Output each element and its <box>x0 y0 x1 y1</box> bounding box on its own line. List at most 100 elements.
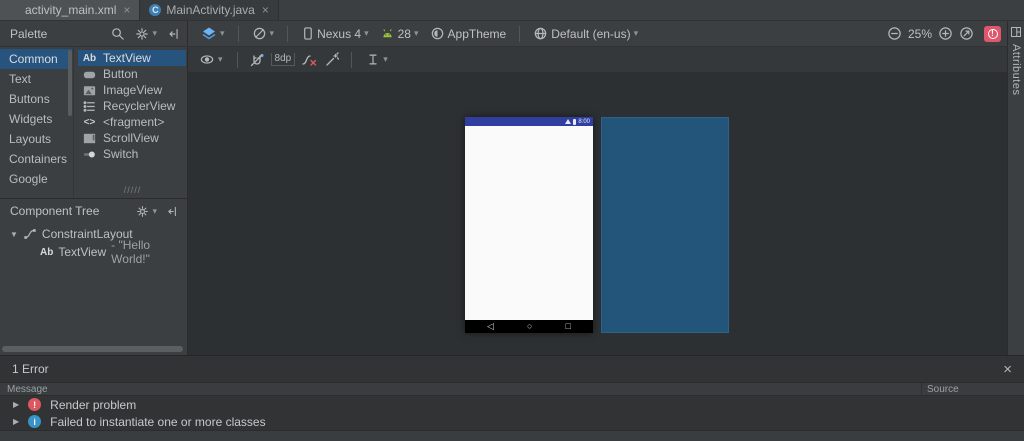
tab-label: activity_main.xml <box>25 3 117 17</box>
expand-right-icon[interactable]: ▶ <box>13 400 19 409</box>
android-icon <box>382 29 392 38</box>
chevron-down-icon: ▾ <box>633 28 639 38</box>
java-class-icon: C <box>149 4 162 16</box>
error-table-header: Message Source <box>0 382 1024 396</box>
chevron-down-icon: ▾ <box>218 54 223 64</box>
blueprint-view[interactable] <box>601 117 729 333</box>
error-panel-footer <box>0 430 1024 441</box>
nav-back-icon: ◁ <box>487 321 494 331</box>
constraintlayout-icon <box>24 229 36 239</box>
palette-component-list: Ab TextView Button ImageView RecyclerVie… <box>78 50 186 162</box>
tab-activity-main-xml[interactable]: activity_main.xml × <box>0 0 141 20</box>
tab-mainactivity-java[interactable]: C MainActivity.java × <box>140 0 279 20</box>
search-icon[interactable] <box>110 26 125 41</box>
component-tree-header: Component Tree ▾ <box>0 198 187 223</box>
default-margin-selector[interactable]: 8dp <box>270 53 296 66</box>
error-row-failed-instantiate[interactable]: ▶ i Failed to instantiate one or more cl… <box>0 413 1024 430</box>
zoom-in-button[interactable] <box>938 26 953 41</box>
column-divider[interactable] <box>921 383 922 395</box>
locale-selector[interactable]: Default (en-us) ▾ <box>530 24 641 43</box>
design-surface-mode-button[interactable]: ▾ <box>198 24 228 44</box>
component-tree-title: Component Tree <box>10 204 100 218</box>
zoom-to-fit-button[interactable] <box>959 26 974 41</box>
column-source[interactable]: Source <box>927 384 959 395</box>
chevron-down-icon: ▾ <box>364 28 369 38</box>
main-toolbar: Palette ▾ ▾ ▾ Nexus 4 ▾ 28 ▾ AppTheme De… <box>0 21 1007 47</box>
info-icon: i <box>28 415 42 428</box>
design-view[interactable]: 8:00 ◁ ○ □ <box>465 117 593 333</box>
design-canvas[interactable]: 8:00 ◁ ○ □ <box>188 73 1007 355</box>
error-icon: ! <box>28 398 42 411</box>
category-text[interactable]: Text <box>0 69 72 89</box>
component-label: ScrollView <box>103 131 159 145</box>
category-common[interactable]: Common <box>0 49 72 69</box>
expand-down-icon[interactable]: ▼ <box>10 230 18 239</box>
tab-close-icon[interactable]: × <box>262 4 269 16</box>
magic-wand-icon <box>326 51 340 66</box>
component-label: Button <box>103 67 138 81</box>
component-textview[interactable]: Ab TextView <box>78 50 186 66</box>
device-name: Nexus 4 <box>317 26 362 41</box>
render-errors-button[interactable]: ! <box>984 25 1001 42</box>
component-recyclerview[interactable]: RecyclerView <box>78 98 186 114</box>
horizontal-scrollbar[interactable] <box>2 346 183 352</box>
category-layouts[interactable]: Layouts <box>0 129 72 149</box>
clear-constraints-button[interactable] <box>301 52 318 68</box>
android-xml-file-icon <box>9 5 20 16</box>
tree-node-textview[interactable]: Ab TextView - "Hello World!" <box>0 238 187 266</box>
category-google[interactable]: Google <box>0 169 72 189</box>
globe-icon <box>534 27 547 40</box>
view-options-button[interactable]: ▾ <box>196 50 226 69</box>
category-containers[interactable]: Containers <box>0 149 72 169</box>
component-imageview[interactable]: ImageView <box>78 82 186 98</box>
layers-icon <box>202 27 216 39</box>
tab-close-icon[interactable]: × <box>123 4 130 16</box>
collapse-all-icon[interactable] <box>166 205 179 218</box>
hide-panel-icon[interactable] <box>167 27 181 41</box>
nav-recents-icon: □ <box>565 321 571 331</box>
phone-icon <box>304 27 312 40</box>
zoom-out-button[interactable] <box>887 26 902 41</box>
android-studio-layout-editor: activity_main.xml × C MainActivity.java … <box>0 0 1024 441</box>
device-selector[interactable]: Nexus 4 ▾ <box>298 24 372 43</box>
palette-title: Palette <box>10 26 48 41</box>
component-switch[interactable]: Switch <box>78 146 186 162</box>
device-screen[interactable] <box>465 126 593 320</box>
error-icon: ! <box>987 28 998 39</box>
error-panel: 1 Error × Message Source ▶ ! Render prob… <box>0 355 1024 441</box>
component-scrollview[interactable]: ScrollView <box>78 130 186 146</box>
magnet-off-icon <box>250 53 264 66</box>
api-level: 28 <box>397 26 411 41</box>
left-panel: Common Text Buttons Widgets Layouts Cont… <box>0 47 188 355</box>
autoconnect-toggle[interactable] <box>249 52 265 68</box>
infer-constraints-button[interactable] <box>324 51 340 68</box>
zoom-level: 25% <box>907 26 932 41</box>
api-level-selector[interactable]: 28 ▾ <box>377 25 422 43</box>
tool-window-icon[interactable] <box>1010 26 1022 38</box>
switch-icon <box>82 147 97 162</box>
chevron-down-icon: ▾ <box>413 28 419 38</box>
palette-options-button[interactable]: ▾ <box>132 25 160 43</box>
editor-tab-bar: activity_main.xml × C MainActivity.java … <box>0 0 1024 21</box>
palette-resize-handle[interactable]: ///// <box>78 185 187 195</box>
guidelines-button[interactable]: ▾ <box>363 50 391 69</box>
tab-attributes[interactable]: Attributes <box>1010 44 1022 95</box>
category-widgets[interactable]: Widgets <box>0 109 72 129</box>
palette-scrollbar[interactable] <box>68 50 72 116</box>
component-label: RecyclerView <box>103 99 176 113</box>
error-panel-header: 1 Error × <box>0 356 1024 382</box>
column-message[interactable]: Message <box>7 384 48 395</box>
expand-right-icon[interactable]: ▶ <box>13 417 19 426</box>
nav-home-icon: ○ <box>527 321 533 331</box>
wifi-icon <box>565 119 572 124</box>
component-fragment[interactable]: <> <fragment> <box>78 114 186 130</box>
component-button[interactable]: Button <box>78 66 186 82</box>
tree-options-button[interactable]: ▾ <box>133 203 160 220</box>
close-icon[interactable]: × <box>1003 361 1012 378</box>
orientation-button[interactable]: ▾ <box>249 24 278 43</box>
category-buttons[interactable]: Buttons <box>0 89 72 109</box>
error-row-render-problem[interactable]: ▶ ! Render problem <box>0 396 1024 413</box>
component-label: TextView <box>103 51 151 65</box>
theme-selector[interactable]: AppTheme <box>427 24 510 43</box>
component-label: <fragment> <box>103 115 165 129</box>
